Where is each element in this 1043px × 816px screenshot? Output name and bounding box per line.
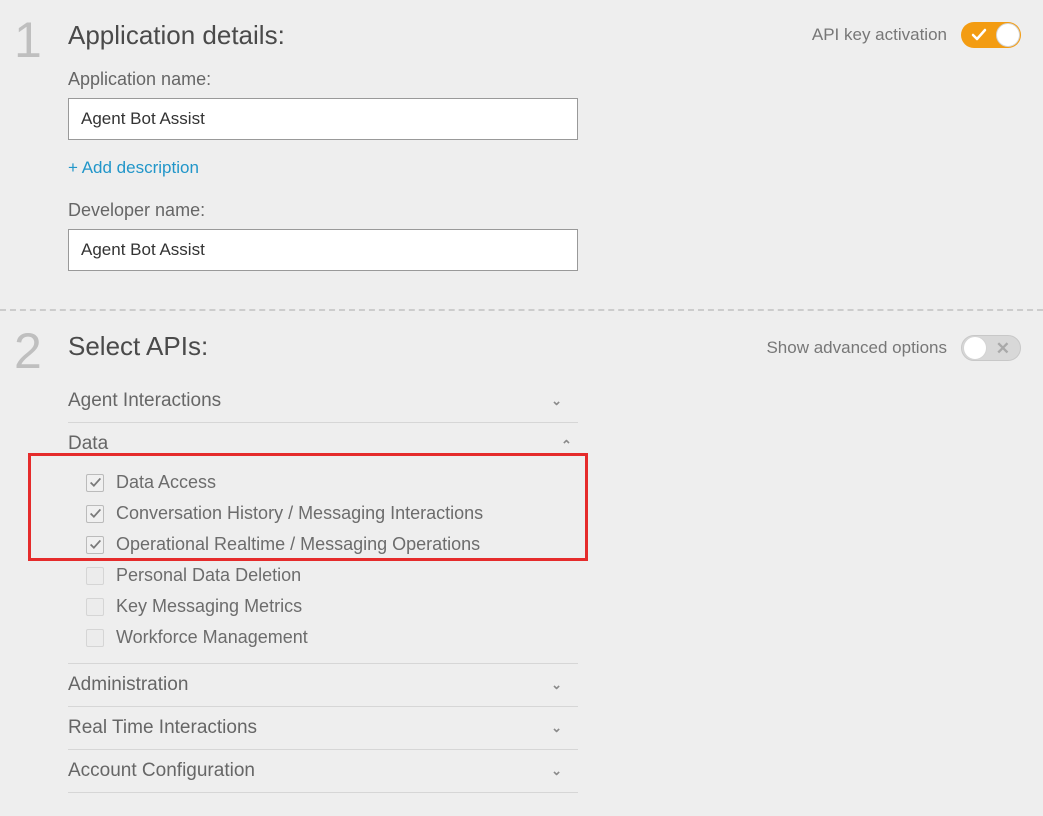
checkmark-icon: [89, 507, 102, 520]
accordion-title: Administration: [68, 674, 188, 696]
toggle-knob: [963, 336, 987, 360]
api-key-activation-control: API key activation: [812, 22, 1021, 48]
accordion-item-account-configuration: Account Configuration ⌄: [68, 750, 578, 793]
advanced-options-toggle[interactable]: ✕: [961, 335, 1021, 361]
app-name-input[interactable]: [68, 98, 578, 140]
checkmark-icon: [89, 476, 102, 489]
checkbox-personal-data-deletion[interactable]: [86, 567, 104, 585]
accordion-header[interactable]: Data ⌄: [68, 423, 578, 465]
accordion-item-real-time-interactions: Real Time Interactions ⌄: [68, 707, 578, 750]
add-description-link[interactable]: + Add description: [68, 158, 199, 178]
chevron-down-icon: ⌄: [551, 677, 572, 693]
checkbox-label: Data Access: [116, 472, 216, 493]
accordion-item-data: Data ⌄ Data Access Conversation History …: [68, 423, 578, 664]
checkbox-label: Workforce Management: [116, 627, 308, 648]
checkbox-operational-realtime[interactable]: [86, 536, 104, 554]
checkmark-icon: [971, 27, 987, 43]
api-key-activation-toggle[interactable]: [961, 22, 1021, 48]
accordion-item-agent-interactions: Agent Interactions ⌄: [68, 380, 578, 423]
checkbox-row: Data Access: [86, 467, 578, 498]
accordion-header[interactable]: Account Configuration ⌄: [68, 750, 578, 792]
checkbox-conversation-history[interactable]: [86, 505, 104, 523]
chevron-down-icon: ⌄: [551, 720, 572, 736]
api-accordion: Agent Interactions ⌄ Data ⌄ Data Access: [68, 380, 578, 793]
chevron-down-icon: ⌄: [551, 393, 572, 409]
advanced-options-label: Show advanced options: [766, 338, 947, 358]
chevron-up-icon: ⌄: [551, 436, 572, 452]
checkbox-label: Personal Data Deletion: [116, 565, 301, 586]
accordion-title: Data: [68, 433, 108, 455]
checkbox-key-messaging-metrics[interactable]: [86, 598, 104, 616]
developer-name-label: Developer name:: [68, 200, 1015, 221]
checkbox-row: Key Messaging Metrics: [86, 591, 578, 622]
accordion-item-administration: Administration ⌄: [68, 664, 578, 707]
step-number-2: 2: [14, 326, 42, 376]
accordion-content: Data Access Conversation History / Messa…: [68, 465, 578, 663]
accordion-header[interactable]: Administration ⌄: [68, 664, 578, 706]
accordion-header[interactable]: Agent Interactions ⌄: [68, 380, 578, 422]
checkbox-row: Conversation History / Messaging Interac…: [86, 498, 578, 529]
checkbox-row: Personal Data Deletion: [86, 560, 578, 591]
section-application-details: 1 Application details: API key activatio…: [0, 0, 1043, 309]
checkbox-workforce-management[interactable]: [86, 629, 104, 647]
checkbox-label: Operational Realtime / Messaging Operati…: [116, 534, 480, 555]
step-number-1: 1: [14, 15, 42, 65]
checkbox-row: Operational Realtime / Messaging Operati…: [86, 529, 578, 560]
api-key-activation-label: API key activation: [812, 25, 947, 45]
checkbox-label: Conversation History / Messaging Interac…: [116, 503, 483, 524]
accordion-header[interactable]: Real Time Interactions ⌄: [68, 707, 578, 749]
checkmark-icon: [89, 538, 102, 551]
accordion-title: Agent Interactions: [68, 390, 221, 412]
checkbox-data-access[interactable]: [86, 474, 104, 492]
app-name-label: Application name:: [68, 69, 1015, 90]
advanced-options-control: Show advanced options ✕: [766, 335, 1021, 361]
checkbox-row: Workforce Management: [86, 622, 578, 653]
developer-name-input[interactable]: [68, 229, 578, 271]
close-icon: ✕: [996, 339, 1010, 359]
checkbox-label: Key Messaging Metrics: [116, 596, 302, 617]
section-select-apis: 2 Select APIs: Show advanced options ✕ A…: [0, 311, 1043, 813]
accordion-title: Real Time Interactions: [68, 717, 257, 739]
toggle-knob: [996, 23, 1020, 47]
chevron-down-icon: ⌄: [551, 763, 572, 779]
accordion-title: Account Configuration: [68, 760, 255, 782]
